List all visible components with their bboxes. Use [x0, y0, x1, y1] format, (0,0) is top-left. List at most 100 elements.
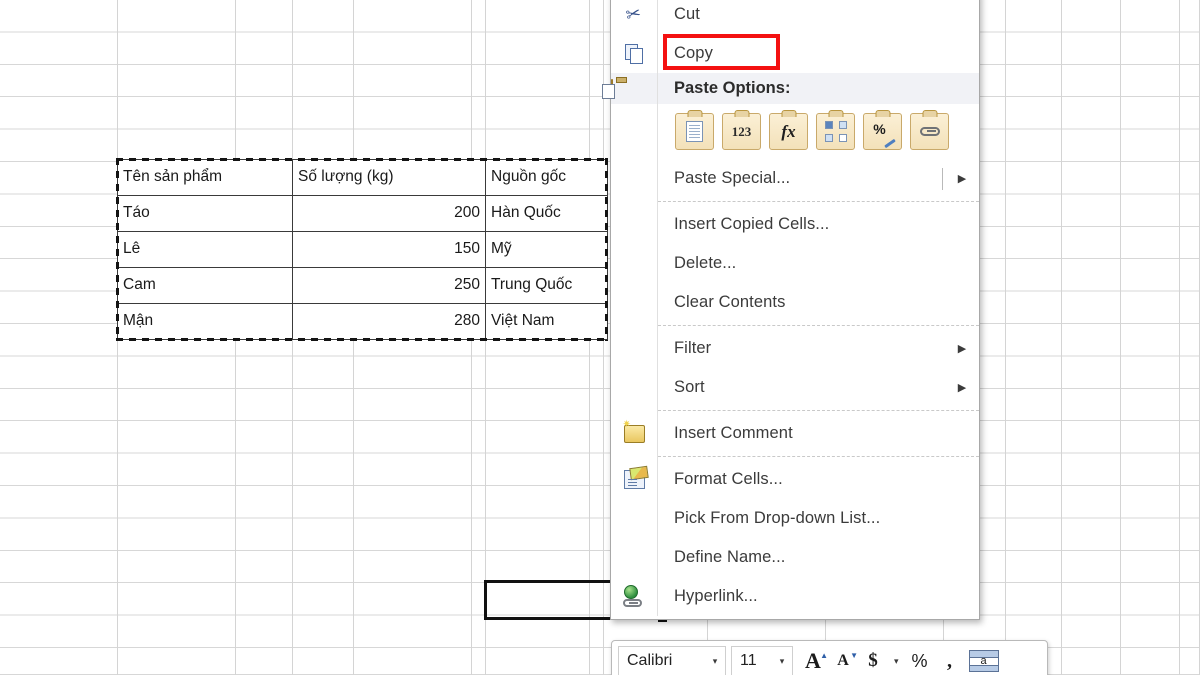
paste-all-icon[interactable]: [675, 113, 714, 150]
menu-item-format-cells-label: Format Cells...: [674, 470, 783, 488]
hyperlink-icon: [611, 577, 657, 616]
number-format-glyph: a: [980, 655, 987, 667]
scissors-icon: ✂: [624, 2, 644, 26]
format-painter-button[interactable]: a: [965, 645, 1003, 675]
paste-options-label: Paste Options:: [674, 79, 791, 97]
menu-item-paste-special-label: Paste Special...: [674, 169, 791, 187]
cell-quantity[interactable]: 200: [292, 195, 486, 232]
cell-product-name[interactable]: Mận: [117, 303, 293, 340]
shrink-font-button[interactable]: A ▼: [828, 645, 858, 675]
menu-item-define-name-label: Define Name...: [674, 548, 786, 566]
chevron-down-icon[interactable]: ▾: [772, 656, 792, 667]
grow-font-label: A: [805, 648, 821, 673]
menu-item-clear-contents[interactable]: Clear Contents: [611, 283, 979, 322]
menu-item-format-cells[interactable]: Format Cells...: [611, 460, 979, 499]
percent-style-button[interactable]: %: [905, 645, 935, 675]
chevron-right-icon: ▶: [957, 382, 967, 394]
menu-item-cut[interactable]: ✂ Cut: [611, 0, 979, 34]
cell-quantity[interactable]: 250: [292, 267, 486, 304]
menu-item-pick-from-drop-down-list[interactable]: Pick From Drop-down List...: [611, 499, 979, 538]
menu-item-filter-label: Filter: [674, 339, 712, 357]
comma-style-button[interactable]: ,: [935, 645, 965, 675]
menu-separator: [658, 325, 979, 326]
empty-icon-slot: [611, 538, 657, 577]
paste-link-icon[interactable]: [910, 113, 949, 150]
format-cells-icon: [611, 460, 657, 499]
submenu-divider: [942, 167, 943, 190]
paste-formatting-percent-icon[interactable]: %: [863, 113, 902, 150]
cell-origin[interactable]: Trung Quốc: [485, 267, 608, 304]
mini-formatting-toolbar[interactable]: Calibri ▾ 11 ▾ A ▲ A ▼ $ ▾ % , a: [611, 640, 1048, 675]
empty-icon-slot: [611, 159, 657, 198]
paste-icon: [611, 78, 657, 98]
table-row: Lê 150 Mỹ: [117, 231, 608, 268]
cell-quantity[interactable]: 280: [292, 303, 486, 340]
menu-item-pick-from-drop-down-list-label: Pick From Drop-down List...: [674, 509, 881, 527]
menu-item-copy[interactable]: Copy: [611, 34, 979, 73]
header-cell-origin[interactable]: Nguồn gốc: [485, 159, 608, 196]
header-cell-product-name[interactable]: Tên sản phẩm: [117, 159, 293, 196]
paste-values-123-icon[interactable]: 123: [722, 113, 761, 150]
comma-label: ,: [947, 649, 953, 672]
menu-item-delete[interactable]: Delete...: [611, 244, 979, 283]
paste-options-icon-row[interactable]: 123 fx %: [611, 104, 979, 159]
table-row: Cam 250 Trung Quốc: [117, 267, 608, 304]
shrink-font-label: A: [837, 652, 849, 669]
percent-label: %: [911, 650, 928, 671]
menu-item-insert-copied-cells[interactable]: Insert Copied Cells...: [611, 205, 979, 244]
font-name-combobox[interactable]: Calibri ▾: [618, 646, 726, 675]
table-row: Mận 280 Việt Nam: [117, 303, 608, 340]
cell-quantity[interactable]: 150: [292, 231, 486, 268]
menu-item-hyperlink-label: Hyperlink...: [674, 587, 758, 605]
menu-separator: [658, 201, 979, 202]
font-name-value: Calibri: [627, 652, 673, 669]
chevron-down-icon[interactable]: ▾: [705, 656, 725, 667]
header-cell-quantity[interactable]: Số lượng (kg): [292, 159, 486, 196]
paste-options-header: Paste Options:: [611, 73, 979, 104]
caret-down-icon: ▼: [850, 651, 858, 660]
font-size-combobox[interactable]: 11 ▾: [731, 646, 793, 675]
caret-up-icon: ▲: [820, 651, 828, 660]
empty-icon-slot: [611, 499, 657, 538]
menu-item-sort[interactable]: Sort ▶: [611, 368, 979, 407]
grid-column-rule: [1120, 0, 1121, 675]
empty-icon-slot: [611, 283, 657, 322]
copy-icon: [611, 34, 657, 73]
table-header-row: Tên sản phẩm Số lượng (kg) Nguồn gốc: [117, 159, 608, 196]
chevron-down-icon[interactable]: ▾: [888, 656, 905, 667]
menu-item-insert-comment-label: Insert Comment: [674, 424, 793, 442]
cell-origin[interactable]: Hàn Quốc: [485, 195, 608, 232]
menu-item-filter[interactable]: Filter ▶: [611, 329, 979, 368]
table-row: Táo 200 Hàn Quốc: [117, 195, 608, 232]
menu-item-sort-label: Sort: [674, 378, 705, 396]
menu-item-paste-special[interactable]: Paste Special... ▶: [611, 159, 979, 198]
number-format-icon: a: [968, 650, 999, 672]
excel-worksheet-screen: Tên sản phẩm Số lượng (kg) Nguồn gốc Táo…: [0, 0, 1200, 675]
menu-item-hyperlink[interactable]: Hyperlink...: [611, 577, 979, 616]
cell-context-menu[interactable]: ✂ Cut Copy Paste Options: 123 fx % Paste…: [610, 0, 980, 620]
cell-origin[interactable]: Mỹ: [485, 231, 608, 268]
menu-item-insert-comment[interactable]: Insert Comment: [611, 414, 979, 453]
empty-icon-slot: [611, 329, 657, 368]
menu-item-clear-contents-label: Clear Contents: [674, 293, 786, 311]
empty-icon-slot: [611, 244, 657, 283]
cell-product-name[interactable]: Lê: [117, 231, 293, 268]
menu-item-copy-label: Copy: [674, 44, 713, 62]
grow-font-button[interactable]: A ▲: [798, 645, 828, 675]
menu-item-insert-copied-cells-label: Insert Copied Cells...: [674, 215, 830, 233]
cell-origin[interactable]: Việt Nam: [485, 303, 608, 340]
chevron-right-icon: ▶: [957, 343, 967, 355]
menu-item-define-name[interactable]: Define Name...: [611, 538, 979, 577]
menu-item-delete-label: Delete...: [674, 254, 737, 272]
product-data-table[interactable]: Tên sản phẩm Số lượng (kg) Nguồn gốc Táo…: [117, 159, 608, 340]
empty-icon-slot: [611, 205, 657, 244]
menu-item-cut-label: Cut: [674, 5, 700, 23]
grid-column-rule: [1005, 0, 1006, 675]
paste-formulas-fx-icon[interactable]: fx: [769, 113, 808, 150]
accounting-number-format-button[interactable]: $: [858, 645, 888, 675]
cell-product-name[interactable]: Táo: [117, 195, 293, 232]
cell-product-name[interactable]: Cam: [117, 267, 293, 304]
paste-transpose-icon[interactable]: [816, 113, 855, 150]
menu-separator: [658, 410, 979, 411]
chevron-right-icon: ▶: [957, 173, 967, 185]
